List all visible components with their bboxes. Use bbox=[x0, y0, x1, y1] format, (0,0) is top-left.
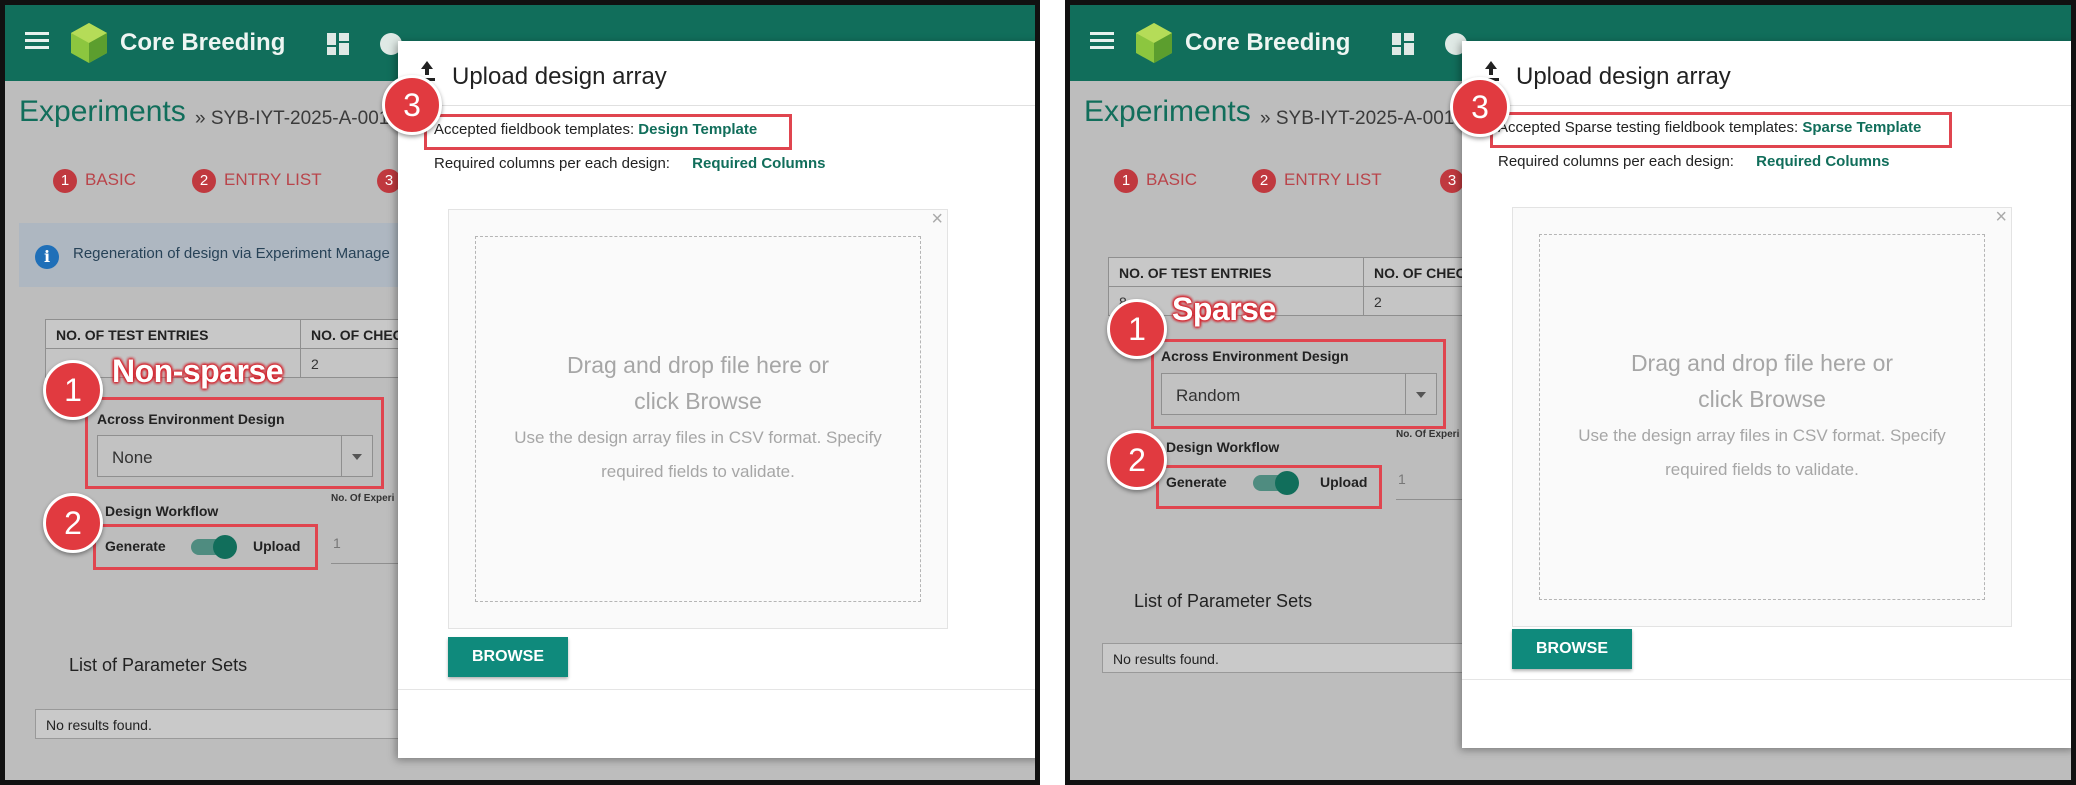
tab-basic[interactable]: 1 BASIC bbox=[1114, 169, 1197, 193]
parameter-sets-title: List of Parameter Sets bbox=[1134, 591, 1313, 611]
required-columns-link[interactable]: Required Columns bbox=[692, 155, 825, 172]
required-label: Required columns per each design: bbox=[434, 155, 670, 172]
modal-header: Upload design array bbox=[1462, 41, 2071, 106]
callout-3: 3 bbox=[382, 75, 442, 135]
dashboard-icon[interactable] bbox=[327, 33, 349, 55]
experiments-count-label: No. Of Experi bbox=[1396, 429, 1460, 440]
screenshot-panel-non-sparse: Core Breeding Experiments » SYB-IYT-2025… bbox=[0, 0, 1040, 785]
parameter-sets-title: List of Parameter Sets bbox=[69, 655, 248, 675]
experiments-count-input[interactable]: 1 bbox=[1396, 457, 1466, 500]
file-dropzone[interactable]: × Drag and drop file here or click Brows… bbox=[1512, 206, 2012, 627]
required-label: Required columns per each design: bbox=[1498, 153, 1734, 170]
callout-2: 2 bbox=[1107, 430, 1167, 490]
tab-label: ENTRY LIST bbox=[224, 170, 322, 189]
app-name[interactable]: Core Breeding bbox=[1185, 29, 1350, 57]
grid-header-test-entries: NO. OF TEST ENTRIES bbox=[45, 319, 301, 349]
callout-2: 2 bbox=[43, 493, 103, 553]
app-logo bbox=[1136, 23, 1172, 63]
app-name[interactable]: Core Breeding bbox=[120, 29, 285, 57]
tab-label: BASIC bbox=[85, 170, 137, 189]
highlight-box-templates bbox=[1490, 112, 1952, 148]
step-number: 1 bbox=[1114, 169, 1138, 193]
experiments-count-label: No. Of Experi bbox=[331, 493, 395, 504]
dropzone-dashed-area[interactable]: Drag and drop file here or click Browse … bbox=[475, 236, 921, 602]
required-columns-link[interactable]: Required Columns bbox=[1756, 153, 1889, 170]
menu-icon[interactable] bbox=[1090, 32, 1114, 50]
dropzone-line-2: click Browse bbox=[634, 388, 762, 414]
modal-footer bbox=[1462, 679, 2071, 748]
step-number: 2 bbox=[192, 169, 216, 193]
dropzone-line-1: Drag and drop file here or bbox=[566, 352, 830, 378]
modal-header: Upload design array bbox=[398, 41, 1035, 106]
tab-label: BASIC bbox=[1146, 170, 1198, 189]
no-results-bar: No results found. bbox=[35, 709, 415, 739]
highlight-box-workflow bbox=[93, 524, 318, 570]
no-results-bar: No results found. bbox=[1102, 643, 1482, 673]
tab-entry-list[interactable]: 2 ENTRY LIST bbox=[192, 169, 322, 193]
browse-button[interactable]: BROWSE bbox=[1512, 629, 1632, 669]
annotation-label: Non-sparse bbox=[112, 353, 284, 389]
page-title: Experiments bbox=[1084, 95, 1251, 128]
dropzone-line-1: Drag and drop file here or bbox=[1630, 350, 1894, 376]
dropzone-hint-1: Use the design array files in CSV format… bbox=[514, 428, 882, 447]
dropzone-hint-2: required fields to validate. bbox=[601, 462, 795, 481]
close-icon[interactable]: × bbox=[931, 208, 943, 231]
tab-basic[interactable]: 1 BASIC bbox=[53, 169, 136, 193]
close-icon[interactable]: × bbox=[1995, 206, 2007, 229]
page-title: Experiments bbox=[19, 95, 186, 128]
modal-title: Upload design array bbox=[452, 63, 667, 90]
info-icon: i bbox=[35, 245, 59, 269]
step-number: 1 bbox=[53, 169, 77, 193]
required-columns: Required columns per each design: Requir… bbox=[434, 155, 826, 172]
highlight-box-design bbox=[85, 397, 384, 489]
highlight-box-templates bbox=[424, 114, 792, 150]
annotation-label: Sparse bbox=[1172, 291, 1276, 327]
design-workflow-label: Design Workflow bbox=[1166, 439, 1280, 455]
tab-label: ENTRY LIST bbox=[1284, 170, 1382, 189]
app-logo bbox=[71, 23, 107, 63]
experiments-count-input[interactable]: 1 bbox=[331, 521, 401, 564]
breadcrumb: » SYB-IYT-2025-A-001 bbox=[195, 108, 390, 129]
callout-3: 3 bbox=[1450, 77, 1510, 137]
input-value: 1 bbox=[333, 535, 341, 551]
callout-1: 1 bbox=[1107, 299, 1167, 359]
dropzone-line-2: click Browse bbox=[1698, 386, 1826, 412]
required-columns: Required columns per each design: Requir… bbox=[1498, 153, 1890, 170]
highlight-box-workflow bbox=[1156, 465, 1382, 509]
modal-title: Upload design array bbox=[1516, 63, 1731, 90]
callout-1: 1 bbox=[43, 360, 103, 420]
dropzone-dashed-area[interactable]: Drag and drop file here or click Browse … bbox=[1539, 234, 1985, 600]
dropzone-hint-2: required fields to validate. bbox=[1665, 460, 1859, 479]
dropzone-hint-1: Use the design array files in CSV format… bbox=[1578, 426, 1946, 445]
breadcrumb: » SYB-IYT-2025-A-001 bbox=[1260, 108, 1455, 129]
step-number: 2 bbox=[1252, 169, 1276, 193]
highlight-box-design bbox=[1151, 339, 1446, 429]
tab-entry-list[interactable]: 2 ENTRY LIST bbox=[1252, 169, 1382, 193]
design-workflow-label: Design Workflow bbox=[105, 503, 219, 519]
browse-button[interactable]: BROWSE bbox=[448, 637, 568, 677]
info-text: Regeneration of design via Experiment Ma… bbox=[73, 245, 390, 262]
dashboard-icon[interactable] bbox=[1392, 33, 1414, 55]
screenshot-panel-sparse: Core Breeding Experiments » SYB-IYT-2025… bbox=[1065, 0, 2076, 785]
modal-footer bbox=[398, 689, 1035, 758]
step-number: 3 bbox=[1440, 169, 1464, 193]
input-value: 1 bbox=[1398, 471, 1406, 487]
grid-header-test-entries: NO. OF TEST ENTRIES bbox=[1108, 257, 1364, 287]
file-dropzone[interactable]: × Drag and drop file here or click Brows… bbox=[448, 208, 948, 629]
menu-icon[interactable] bbox=[25, 32, 49, 50]
